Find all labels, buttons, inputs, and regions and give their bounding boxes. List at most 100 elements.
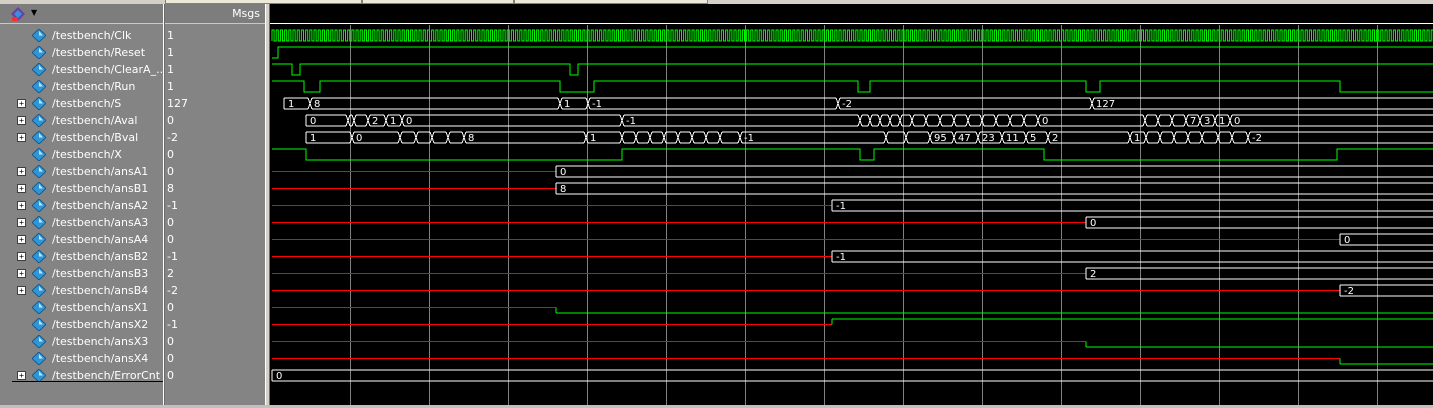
signal-values-pane: Msgs 1 1 1 1 127 0 -2 0 0 8 -1 0 0 -1 2 -2 0 -1 0 0 0 (165, 4, 265, 405)
signal-value-row[interactable]: 0 (165, 350, 265, 367)
signal-name: /testbench/ClearA_... (52, 63, 167, 76)
signal-value-row[interactable]: 0 (165, 299, 265, 316)
signal-value: 127 (167, 97, 188, 110)
signal-value-row[interactable]: 1 (165, 61, 265, 78)
bus-value-label: 1 (1134, 133, 1140, 144)
signal-value: -2 (167, 131, 178, 144)
signal-diamond-icon (32, 46, 46, 59)
bus-value-label: 23 (982, 133, 995, 144)
signal-value: 8 (167, 182, 174, 195)
expand-plus-icon[interactable]: + (17, 286, 26, 295)
signal-value-row[interactable]: 0 (165, 163, 265, 180)
signal-value-row[interactable]: -1 (165, 248, 265, 265)
signal-value-row[interactable]: 0 (165, 367, 265, 384)
signal-row[interactable]: + /testbench/ansA2 (0, 197, 163, 214)
signal-row[interactable]: /testbench/Clk (0, 27, 163, 44)
signal-row[interactable]: + /testbench/S (0, 95, 163, 112)
signal-row[interactable]: /testbench/X (0, 146, 163, 163)
expand-plus-icon[interactable]: + (17, 116, 26, 125)
signal-row[interactable]: + /testbench/ansB1 (0, 180, 163, 197)
signal-value: 0 (167, 165, 174, 178)
signal-row[interactable]: /testbench/ansX4 (0, 350, 163, 367)
signal-diamond-icon (32, 250, 46, 263)
wave-toolbar-icon[interactable] (10, 6, 26, 22)
signal-value-row[interactable]: -1 (165, 316, 265, 333)
signal-value: 1 (167, 63, 174, 76)
signal-name: /testbench/ansA3 (52, 216, 149, 229)
signal-diamond-icon (32, 199, 46, 212)
expand-plus-icon[interactable]: + (17, 99, 26, 108)
signal-name: /testbench/X (52, 148, 122, 161)
signal-row[interactable]: /testbench/Reset (0, 44, 163, 61)
signal-name: /testbench/ansX3 (52, 335, 149, 348)
signal-value: 1 (167, 29, 174, 42)
signal-value-row[interactable]: 0 (165, 146, 265, 163)
expand-plus-icon[interactable]: + (17, 371, 26, 380)
signal-diamond-icon (32, 318, 46, 331)
signal-value: -1 (167, 318, 178, 331)
waveform-canvas[interactable]: 1 8 1 -1 -2 1270 2 1 0 -1 0 7 3 1 01 0 8 1 -1 95 47 23 11 5 2 1 -2… (270, 4, 1433, 405)
signal-value-row[interactable]: 0 (165, 214, 265, 231)
signal-value-row[interactable]: 1 (165, 44, 265, 61)
signal-value-row[interactable]: 1 (165, 78, 265, 95)
signal-diamond-icon (32, 97, 46, 110)
chevron-down-icon[interactable]: ▼ (31, 8, 37, 17)
signal-value: 0 (167, 233, 174, 246)
signal-value-row[interactable]: -2 (165, 129, 265, 146)
expand-plus-icon[interactable]: + (17, 201, 26, 210)
bus-value-label: 0 (1234, 116, 1240, 127)
signal-row[interactable]: + /testbench/ansA4 (0, 231, 163, 248)
signal-name: /testbench/ansB4 (52, 284, 149, 297)
signal-row[interactable]: + /testbench/Aval (0, 112, 163, 129)
signal-name: /testbench/Clk (52, 29, 132, 42)
signal-row[interactable]: /testbench/ansX3 (0, 333, 163, 350)
signal-value-row[interactable]: -1 (165, 197, 265, 214)
waveform-grid (350, 25, 1378, 405)
run-trace (272, 80, 1433, 93)
signal-row[interactable]: + /testbench/ansB2 (0, 248, 163, 265)
bus-value-label: 3 (1204, 116, 1210, 127)
signal-row[interactable]: + /testbench/ansB4 (0, 282, 163, 299)
signal-row[interactable]: /testbench/Run (0, 78, 163, 95)
signal-row[interactable]: + /testbench/ansA3 (0, 214, 163, 231)
bus-value-label: 1 (590, 133, 596, 144)
signal-diamond-icon (32, 233, 46, 246)
waveform-pane[interactable]: 1 8 1 -1 -2 127 0 2 1 0 -1 0 7 3 1 0 1 0 8 1 -1 95 47 23 11 5 2 1 -2… (270, 4, 1433, 405)
expand-plus-icon[interactable]: + (17, 235, 26, 244)
values-pane-header: Msgs (165, 4, 265, 24)
expand-plus-icon[interactable]: + (17, 269, 26, 278)
signal-value-row[interactable]: 0 (165, 112, 265, 129)
expand-plus-icon[interactable]: + (17, 218, 26, 227)
signal-diamond-icon (32, 216, 46, 229)
signal-row[interactable]: /testbench/ansX2 (0, 316, 163, 333)
signal-value-row[interactable]: 0 (165, 231, 265, 248)
bus-value-label: 2 (372, 116, 378, 127)
bus-value-label: 2 (1090, 269, 1096, 280)
signal-value-row[interactable]: 1 (165, 27, 265, 44)
signal-value-row[interactable]: -2 (165, 282, 265, 299)
bus-value-label: 5 (1030, 133, 1036, 144)
expand-plus-icon[interactable]: + (17, 252, 26, 261)
bus-value-label: -1 (744, 133, 754, 144)
signal-name: /testbench/Bval (52, 131, 139, 144)
signal-value: -1 (167, 199, 178, 212)
signal-row[interactable]: + /testbench/ansB3 (0, 265, 163, 282)
reset-trace (272, 46, 1433, 59)
signal-diamond-icon (32, 352, 46, 365)
expand-plus-icon[interactable]: + (17, 133, 26, 142)
signal-value-row[interactable]: 0 (165, 333, 265, 350)
signal-row[interactable]: + /testbench/Bval (0, 129, 163, 146)
signal-row[interactable]: + /testbench/ansA1 (0, 163, 163, 180)
signal-row[interactable]: /testbench/ClearA_... (0, 61, 167, 78)
expand-plus-icon[interactable]: + (17, 167, 26, 176)
signal-name: /testbench/Reset (52, 46, 146, 59)
signal-value: 0 (167, 216, 174, 229)
signal-row[interactable]: /testbench/ansX1 (0, 299, 163, 316)
expand-plus-icon[interactable]: + (17, 184, 26, 193)
signal-value-row[interactable]: 8 (165, 180, 265, 197)
signal-value-row[interactable]: 2 (165, 265, 265, 282)
signal-diamond-icon (32, 131, 46, 144)
bus-value-label: 127 (1096, 99, 1115, 110)
signal-value-row[interactable]: 127 (165, 95, 265, 112)
signal-diamond-icon (32, 335, 46, 348)
